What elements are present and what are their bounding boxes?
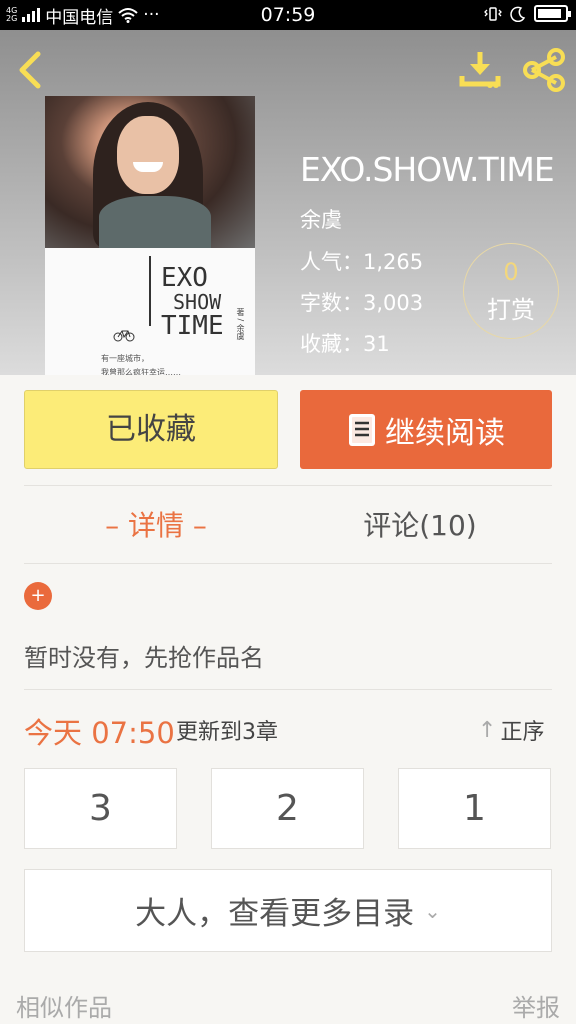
chapter-button[interactable]: 1 <box>398 768 551 849</box>
download-icon[interactable] <box>458 48 502 92</box>
cover-face <box>117 116 179 194</box>
similar-works-link[interactable]: 相似作品 <box>16 988 112 1023</box>
more-catalog-label: 大人，查看更多目录 <box>135 896 415 932</box>
moon-icon <box>510 6 526 22</box>
battery-icon <box>534 5 571 22</box>
bicycle-icon <box>113 330 135 342</box>
sort-label: 正序 <box>500 720 545 745</box>
continue-reading-button[interactable]: 继续阅读 <box>300 390 552 469</box>
book-cover[interactable]: EXO SHOW TIME 有一座城市， 我曾那么疯狂幸运…… 著 / 余虞 <box>45 96 255 375</box>
book-author[interactable]: 余虞 <box>300 204 342 234</box>
tab-comments[interactable]: 评论(10) <box>288 496 552 556</box>
report-link[interactable]: 举报 <box>512 988 560 1023</box>
update-time: 今天 07:50 <box>24 716 175 750</box>
arrow-up-icon: ↑ <box>478 717 497 743</box>
word-count-stat: 字数：3,003 <box>300 291 424 315</box>
reward-label: 打赏 <box>487 296 535 324</box>
no-work-name-text: 暂时没有，先抢作品名 <box>24 644 264 672</box>
favorited-button[interactable]: 已收藏 <box>24 390 278 469</box>
chevron-down-icon: ⌄ <box>424 898 441 923</box>
cover-title-line3: TIME <box>161 311 224 341</box>
cover-line <box>149 256 151 326</box>
status-bar: 4G 2G 中国电信 ··· 07:59 <box>0 0 576 30</box>
chapter-button[interactable]: 2 <box>211 768 364 849</box>
favorites-stat: 收藏：31 <box>300 332 390 356</box>
update-text: 更新到3章 <box>176 720 278 745</box>
book-icon <box>349 413 375 446</box>
more-catalog-button[interactable]: 大人，查看更多目录 ⌄ <box>24 869 552 952</box>
battery-fill <box>538 9 562 18</box>
book-title: EXO.SHOW.TIME <box>300 150 555 189</box>
share-icon[interactable] <box>520 48 568 92</box>
popularity-stat: 人气：1,265 <box>300 250 424 274</box>
cover-title-line1: EXO <box>161 263 208 293</box>
reward-count: 0 <box>503 258 519 286</box>
chapter-button[interactable]: 3 <box>24 768 177 849</box>
cover-title: EXO SHOW TIME <box>161 263 224 341</box>
cover-author: 著 / 余虞 <box>236 308 245 340</box>
cover-photo <box>45 96 255 248</box>
vibrate-icon <box>484 6 502 21</box>
continue-reading-label: 继续阅读 <box>385 415 505 451</box>
add-work-name-icon[interactable]: + <box>24 582 52 610</box>
sort-order-button[interactable]: ↑ 正序 <box>478 714 544 746</box>
cover-tagline: 有一座城市， 我曾那么疯狂幸运…… <box>101 354 181 375</box>
tab-detail[interactable]: – 详情 – <box>24 496 288 556</box>
divider <box>24 485 552 486</box>
reward-button[interactable]: 0 打赏 <box>463 243 559 339</box>
divider <box>24 689 552 690</box>
status-right <box>484 5 571 22</box>
cover-scarf <box>99 196 211 248</box>
divider <box>24 563 552 564</box>
book-header: EXO SHOW TIME 有一座城市， 我曾那么疯狂幸运…… 著 / 余虞 E… <box>0 30 576 375</box>
back-icon[interactable] <box>14 50 50 90</box>
